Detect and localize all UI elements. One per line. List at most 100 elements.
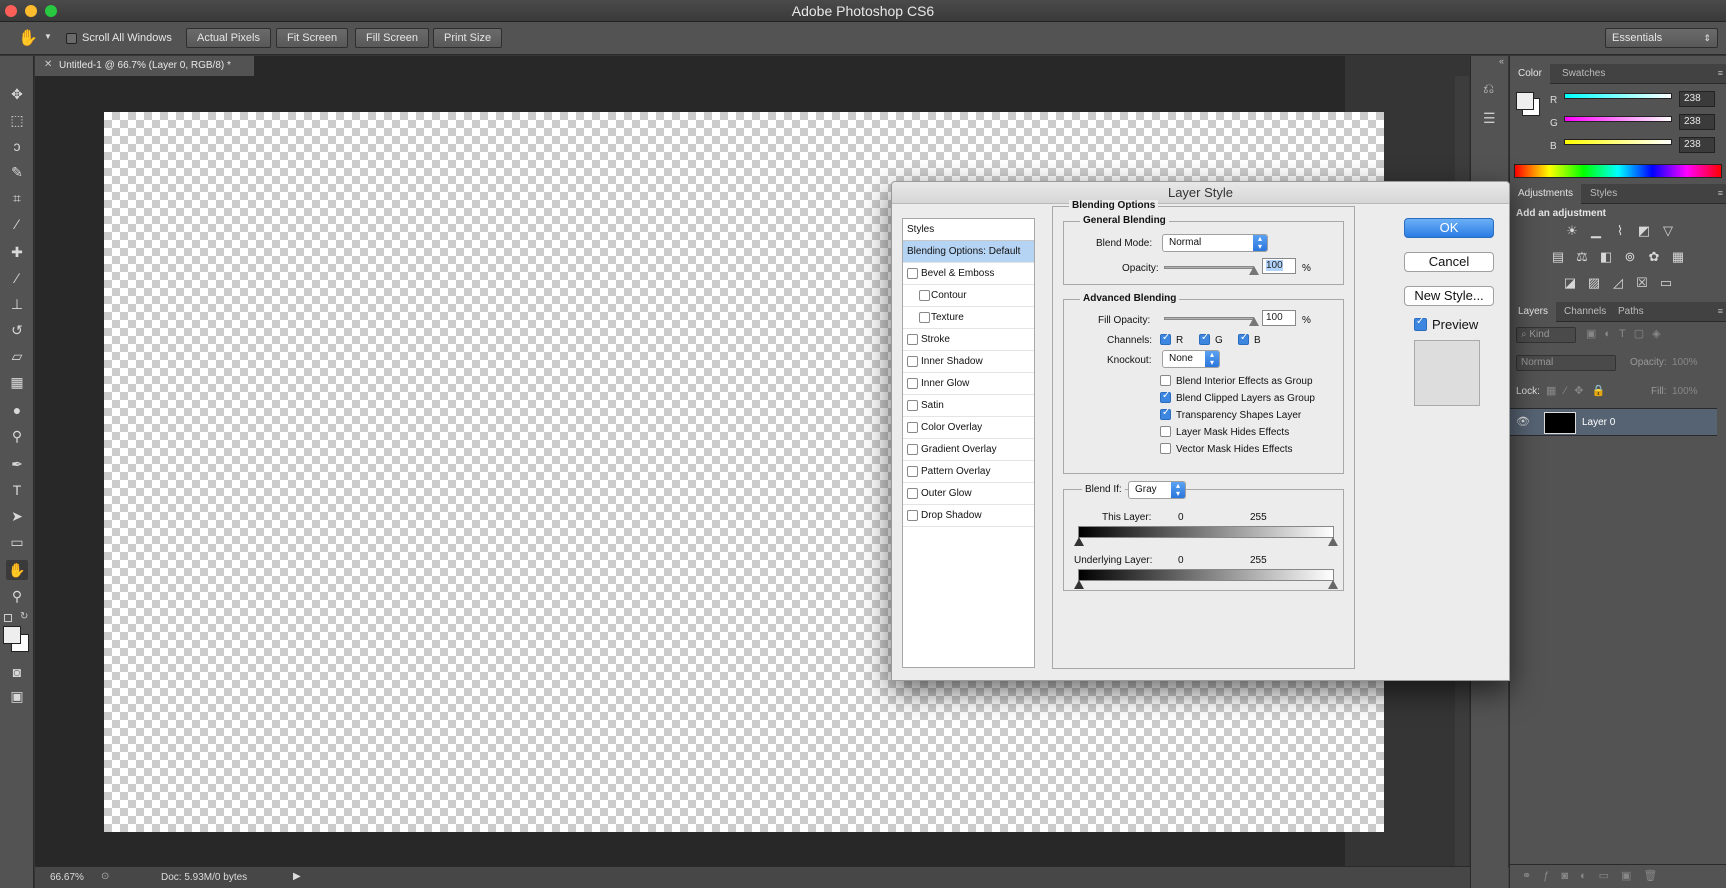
blend-mode-select[interactable]: Normal ▴ ▾ — [1162, 234, 1268, 252]
knockout-select[interactable]: None ▴ ▾ — [1162, 350, 1220, 368]
eye-icon[interactable]: 👁 — [1516, 415, 1530, 428]
tab-styles[interactable]: Styles — [1582, 184, 1625, 204]
option-blend-interior-effects-as-group-checkbox[interactable] — [1160, 375, 1171, 386]
color-spectrum-ramp[interactable] — [1514, 164, 1722, 178]
channel-g-slider[interactable] — [1564, 116, 1672, 122]
style-item-bevel-emboss[interactable]: Bevel & Emboss — [903, 263, 1034, 285]
option-blend-clipped-layers-as-group-checkbox[interactable] — [1160, 390, 1171, 403]
brush-tool-icon[interactable]: ∕ — [6, 268, 28, 288]
marquee-tool-icon[interactable]: ⬚ — [6, 110, 28, 130]
panel-menu-icon[interactable]: ≡ — [1718, 306, 1723, 316]
this-layer-white-slider[interactable] — [1328, 537, 1338, 546]
option-layer-mask-hides-effects-checkbox[interactable] — [1160, 426, 1171, 437]
workspace-switcher[interactable]: Essentials ⇕ — [1605, 28, 1718, 48]
crop-tool-icon[interactable]: ⌗ — [6, 188, 28, 208]
opacity-slider-knob[interactable] — [1249, 266, 1259, 275]
tab-adjustments[interactable]: Adjustments — [1510, 184, 1582, 204]
invert-icon[interactable]: ◪ — [1562, 276, 1578, 290]
gradient-tool-icon[interactable]: ▦ — [6, 372, 28, 392]
layer-name[interactable]: Layer 0 — [1582, 417, 1615, 428]
fill-opacity-slider-knob[interactable] — [1249, 317, 1259, 326]
style-checkbox[interactable] — [907, 400, 918, 411]
tab-paths[interactable]: Paths — [1610, 302, 1652, 322]
color-fg-swatch[interactable] — [1516, 92, 1534, 110]
vibrance-icon[interactable]: ▽ — [1660, 224, 1676, 238]
document-tab[interactable]: ✕ Untitled-1 @ 66.7% (Layer 0, RGB/8) * — [35, 56, 255, 76]
tab-layers[interactable]: Layers — [1510, 302, 1557, 322]
pen-tool-icon[interactable]: ✒ — [6, 454, 28, 474]
hand-tool-icon[interactable]: ✋ — [18, 28, 38, 48]
type-tool-icon[interactable]: T — [6, 480, 28, 500]
collapse-panels-icon[interactable]: « — [1499, 56, 1504, 66]
opacity-slider[interactable] — [1164, 266, 1254, 269]
selective-color-icon[interactable]: ☒ — [1634, 276, 1650, 290]
posterize-icon[interactable]: ▨ — [1586, 276, 1602, 290]
zoom-level[interactable]: 66.67% — [50, 872, 84, 883]
style-item-pattern-overlay[interactable]: Pattern Overlay — [903, 461, 1034, 483]
eyedropper-tool-icon[interactable]: ⁄ — [6, 214, 28, 234]
style-checkbox[interactable] — [907, 466, 918, 477]
zoom-tool-icon[interactable]: ⚲ — [6, 586, 28, 606]
screen-mode-icon[interactable]: ▣ — [6, 686, 28, 706]
eraser-tool-icon[interactable]: ▱ — [6, 346, 28, 366]
style-checkbox[interactable] — [907, 510, 918, 521]
style-checkbox[interactable] — [907, 268, 918, 279]
tool-preset-dropdown-icon[interactable]: ▼ — [44, 32, 52, 41]
fill-opacity-field[interactable]: 100 — [1262, 310, 1296, 326]
rectangle-tool-icon[interactable]: ▭ — [6, 532, 28, 552]
gradient-map-icon[interactable]: ▭ — [1658, 276, 1674, 290]
style-checkbox[interactable] — [907, 356, 918, 367]
style-checkbox[interactable] — [919, 290, 930, 301]
layer-opacity-value[interactable]: 100% — [1672, 357, 1698, 368]
style-item-drop-shadow[interactable]: Drop Shadow — [903, 505, 1034, 527]
curves-icon[interactable]: ⌇ — [1612, 224, 1628, 238]
print-size-button[interactable]: Print Size — [433, 28, 503, 48]
layer-row[interactable]: 👁 Layer 0 — [1510, 408, 1717, 436]
healing-brush-tool-icon[interactable]: ✚ — [6, 242, 28, 262]
blur-tool-icon[interactable]: ● — [6, 400, 28, 420]
close-document-icon[interactable]: ✕ — [44, 59, 52, 70]
lasso-tool-icon[interactable]: ↄ — [6, 136, 28, 156]
blend-if-select[interactable]: Gray ▴ ▾ — [1128, 481, 1186, 499]
fit-screen-button[interactable]: Fit Screen — [276, 28, 349, 48]
layer-fill-value[interactable]: 100% — [1672, 386, 1698, 397]
history-panel-icon[interactable]: ⎌ — [1483, 80, 1494, 97]
new-style-button[interactable]: New Style... — [1404, 286, 1494, 306]
style-item-outer-glow[interactable]: Outer Glow — [903, 483, 1034, 505]
fill-screen-button[interactable]: Fill Screen — [355, 28, 429, 48]
style-item-stroke[interactable]: Stroke — [903, 329, 1034, 351]
color-balance-icon[interactable]: ⚖ — [1574, 250, 1590, 264]
channel-mixer-icon[interactable]: ✿ — [1646, 250, 1662, 264]
style-item-color-overlay[interactable]: Color Overlay — [903, 417, 1034, 439]
layer-blend-mode-select[interactable]: Normal — [1516, 355, 1616, 371]
style-checkbox[interactable] — [907, 488, 918, 499]
style-item-texture[interactable]: Texture — [903, 307, 1034, 329]
panel-menu-icon[interactable]: ≡ — [1718, 188, 1723, 198]
default-colors-icon[interactable] — [4, 614, 12, 622]
clone-stamp-tool-icon[interactable]: ⊥ — [6, 294, 28, 314]
quick-mask-icon[interactable]: ◙ — [6, 662, 28, 682]
fill-opacity-slider[interactable] — [1164, 317, 1254, 320]
style-item-satin[interactable]: Satin — [903, 395, 1034, 417]
underlying-layer-white-slider[interactable] — [1328, 580, 1338, 589]
swap-colors-icon[interactable]: ↻ — [20, 611, 28, 622]
hue-saturation-icon[interactable]: ▤ — [1550, 250, 1566, 264]
actual-pixels-button[interactable]: Actual Pixels — [186, 28, 271, 48]
tab-color[interactable]: Color — [1510, 64, 1550, 84]
this-layer-black-slider[interactable] — [1074, 537, 1084, 546]
tab-channels[interactable]: Channels — [1556, 302, 1614, 322]
style-checkbox[interactable] — [907, 334, 918, 345]
brightness-contrast-icon[interactable]: ☀ — [1564, 224, 1580, 238]
channel-b-checkbox[interactable] — [1238, 332, 1249, 345]
channel-b-slider[interactable] — [1564, 139, 1672, 145]
style-item-contour[interactable]: Contour — [903, 285, 1034, 307]
cancel-button[interactable]: Cancel — [1404, 252, 1494, 272]
black-white-icon[interactable]: ◧ — [1598, 250, 1614, 264]
tab-swatches[interactable]: Swatches — [1554, 64, 1613, 84]
quick-selection-tool-icon[interactable]: ✎ — [6, 162, 28, 182]
threshold-icon[interactable]: ◿ — [1610, 276, 1626, 290]
exposure-icon[interactable]: ◩ — [1636, 224, 1652, 238]
status-info-icon[interactable]: ⊙ — [101, 871, 109, 882]
move-tool-icon[interactable]: ✥ — [6, 84, 28, 104]
dodge-tool-icon[interactable]: ⚲ — [6, 426, 28, 446]
